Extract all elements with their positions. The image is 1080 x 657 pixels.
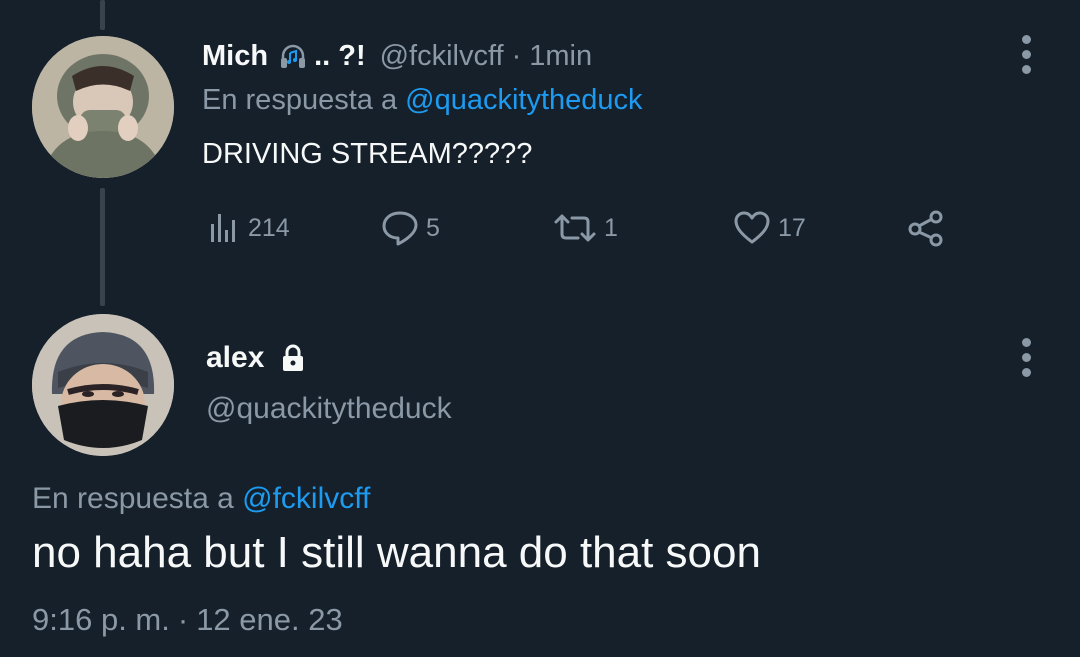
- retweet-button[interactable]: 1: [552, 206, 618, 250]
- retweet-count: 1: [604, 213, 618, 242]
- main-reply-context: En respuesta a @fckilvcff: [32, 482, 370, 516]
- heart-icon: [732, 208, 772, 248]
- reply-prefix: En respuesta a: [202, 84, 398, 116]
- parent-timestamp[interactable]: 1min: [529, 40, 592, 73]
- parent-header: Mich .. ?! @fckilvcff · 1min: [202, 36, 592, 76]
- main-date[interactable]: 12 ene. 23: [196, 602, 343, 637]
- header-separator: ·: [511, 39, 522, 72]
- speech-bubble-icon: [380, 208, 420, 248]
- lock-icon: [280, 344, 306, 372]
- reply-mention-link[interactable]: @quackitytheduck: [405, 84, 642, 116]
- main-name-row: alex: [206, 336, 306, 380]
- parent-avatar[interactable]: [32, 36, 174, 178]
- share-button[interactable]: [906, 206, 946, 250]
- main-tweet-text: no haha but I still wanna do that soon: [32, 528, 761, 577]
- main-handle[interactable]: @quackitytheduck: [206, 392, 452, 426]
- more-vertical-icon[interactable]: [1020, 338, 1032, 383]
- main-tweet-meta: 9:16 p. m. · 12 ene. 23: [32, 602, 343, 638]
- bar-chart-icon: [206, 210, 242, 246]
- thread-line-connector: [100, 188, 105, 306]
- like-count: 17: [778, 213, 806, 242]
- views-button[interactable]: 214: [206, 206, 290, 250]
- main-display-name[interactable]: alex: [206, 341, 264, 375]
- thread-line-top: [100, 0, 105, 30]
- headphones-icon: [278, 41, 308, 71]
- parent-display-name[interactable]: Mich: [202, 40, 268, 73]
- parent-reply-context: En respuesta a @quackitytheduck: [202, 84, 643, 117]
- more-vertical-icon[interactable]: [1020, 35, 1032, 80]
- share-icon: [906, 208, 946, 248]
- views-count: 214: [248, 213, 290, 242]
- main-time[interactable]: 9:16 p. m.: [32, 602, 170, 637]
- like-button[interactable]: 17: [732, 206, 806, 250]
- reply-button[interactable]: 5: [380, 206, 440, 250]
- parent-handle[interactable]: @fckilvcff: [380, 40, 504, 73]
- retweet-icon: [552, 210, 598, 246]
- main-avatar[interactable]: [32, 314, 174, 456]
- reply-mention-link[interactable]: @fckilvcff: [242, 482, 370, 515]
- meta-separator: ·: [177, 602, 189, 637]
- parent-name-suffix: .. ?!: [314, 39, 366, 72]
- reply-prefix: En respuesta a: [32, 482, 234, 515]
- reply-count: 5: [426, 213, 440, 242]
- parent-tweet-text: DRIVING STREAM?????: [202, 138, 533, 170]
